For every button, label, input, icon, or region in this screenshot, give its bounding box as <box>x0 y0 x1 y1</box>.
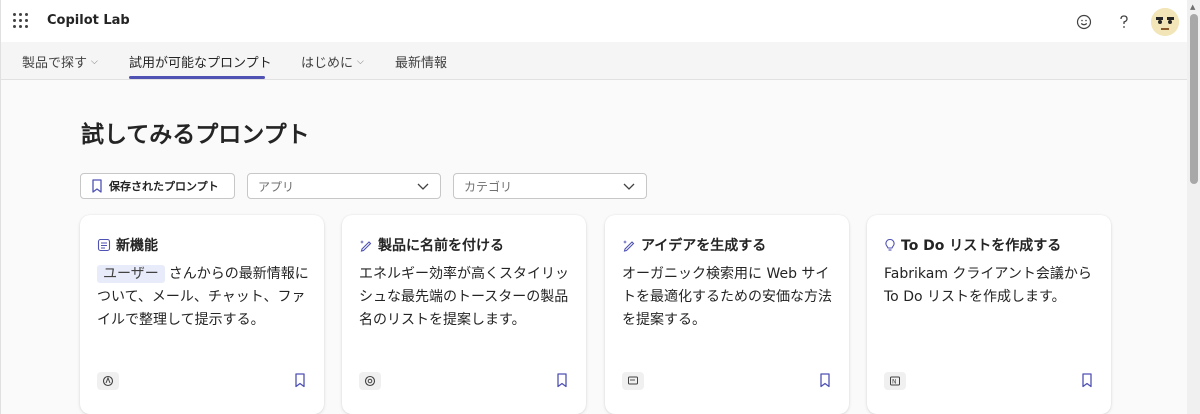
card-description: オーガニック検索用に Web サイトを最適化するための安価な方法を提案する。 <box>622 266 832 328</box>
card-title: アイデアを生成する <box>622 235 766 255</box>
card-title: 新機能 <box>97 235 158 255</box>
nav-item-label: 試用が可能なプロンプト <box>129 56 272 71</box>
nav-item-browse-by-product[interactable]: 製品で探す ⌵ <box>22 52 98 71</box>
nav-item-label: はじめに <box>301 56 354 71</box>
app-title: Copilot Lab <box>47 13 130 28</box>
m365-copilot-icon <box>97 372 119 390</box>
chevron-down-icon <box>623 183 635 190</box>
nav-item-label: 最新情報 <box>395 56 448 71</box>
pen-sparkle-icon <box>360 240 372 252</box>
saved-prompts-button[interactable]: 保存されたプロンプト <box>80 173 235 199</box>
nav-bar: 製品で探す ⌵ 試用が可能なプロンプト はじめに ⌵ 最新情報 <box>1 42 1187 80</box>
nav-item-getting-started[interactable]: はじめに ⌵ <box>301 52 364 71</box>
app-filter-placeholder: アプリ <box>258 179 295 194</box>
scrollbar[interactable]: ▲ <box>1187 0 1200 414</box>
avatar[interactable] <box>1151 8 1179 36</box>
chevron-down-icon: ⌵ <box>91 56 98 67</box>
nav-item-whats-new[interactable]: 最新情報 <box>395 52 447 71</box>
scroll-up-icon[interactable]: ▲ <box>1190 3 1195 11</box>
page-title: 試してみるプロンプト <box>81 122 310 148</box>
bookmark-icon[interactable] <box>556 373 568 388</box>
card-title-text: 新機能 <box>116 238 158 254</box>
user-tag[interactable]: ユーザー <box>97 265 165 283</box>
prompt-card[interactable]: 製品に名前を付ける エネルギー効率が高くスタイリッシュな最先端のトースターの製品… <box>342 215 586 414</box>
pen-sparkle-icon <box>623 240 635 252</box>
saved-prompts-label: 保存されたプロンプト <box>109 180 219 193</box>
card-description: エネルギー効率が高くスタイリッシュな最先端のトースターの製品名のリストを提案しま… <box>359 266 569 328</box>
smiley-icon[interactable] <box>1071 9 1097 35</box>
active-tab-indicator <box>129 76 265 79</box>
header-actions <box>1071 8 1179 36</box>
card-title-text: 製品に名前を付ける <box>378 238 504 254</box>
card-description: Fabrikam クライアント会議から To Do リストを作成します。 <box>884 266 1092 305</box>
help-icon[interactable] <box>1111 9 1137 35</box>
bookmark-icon[interactable] <box>294 373 306 388</box>
lightbulb-icon <box>885 238 895 251</box>
top-bar: Copilot Lab <box>1 0 1187 42</box>
card-title-text: To Do リストを作成する <box>901 238 1062 254</box>
bookmark-icon[interactable] <box>1081 373 1093 388</box>
nav-item-label: 製品で探す <box>22 56 88 71</box>
category-filter-dropdown[interactable]: カテゴリ <box>453 173 647 199</box>
prompt-card[interactable]: To Do リストを作成する Fabrikam クライアント会議から To Do… <box>867 215 1111 414</box>
app-filter-dropdown[interactable]: アプリ <box>247 173 441 199</box>
scrollbar-thumb[interactable] <box>1190 14 1198 184</box>
card-description: ユーザー さんからの最新情報について、メール、チャット、ファイルで整理して提示する… <box>97 263 311 332</box>
prompt-card[interactable]: アイデアを生成する オーガニック検索用に Web サイトを最適化するための安価な… <box>605 215 849 414</box>
bookmark-icon[interactable] <box>819 373 831 388</box>
chevron-down-icon: ⌵ <box>357 56 364 67</box>
card-title: To Do リストを作成する <box>884 235 1061 255</box>
nav-item-try-prompts[interactable]: 試用が可能なプロンプト <box>129 52 272 71</box>
whiteboard-icon <box>622 372 644 390</box>
card-title: 製品に名前を付ける <box>359 235 504 255</box>
category-filter-placeholder: カテゴリ <box>464 179 513 194</box>
waffle-icon[interactable] <box>13 13 29 29</box>
chevron-down-icon <box>417 183 429 190</box>
onenote-icon: N <box>884 372 906 390</box>
svg-text:N: N <box>892 379 897 386</box>
page: Copilot Lab 製品で探す ⌵ 試用が可能なプロンプト はじめに ⌵ 最 <box>0 0 1200 414</box>
prompt-card[interactable]: 新機能 ユーザー さんからの最新情報について、メール、チャット、ファイルで整理して… <box>80 215 324 414</box>
bookmark-icon <box>92 179 102 193</box>
list-icon <box>97 238 111 252</box>
loop-icon <box>359 372 381 390</box>
card-title-text: アイデアを生成する <box>641 238 767 254</box>
